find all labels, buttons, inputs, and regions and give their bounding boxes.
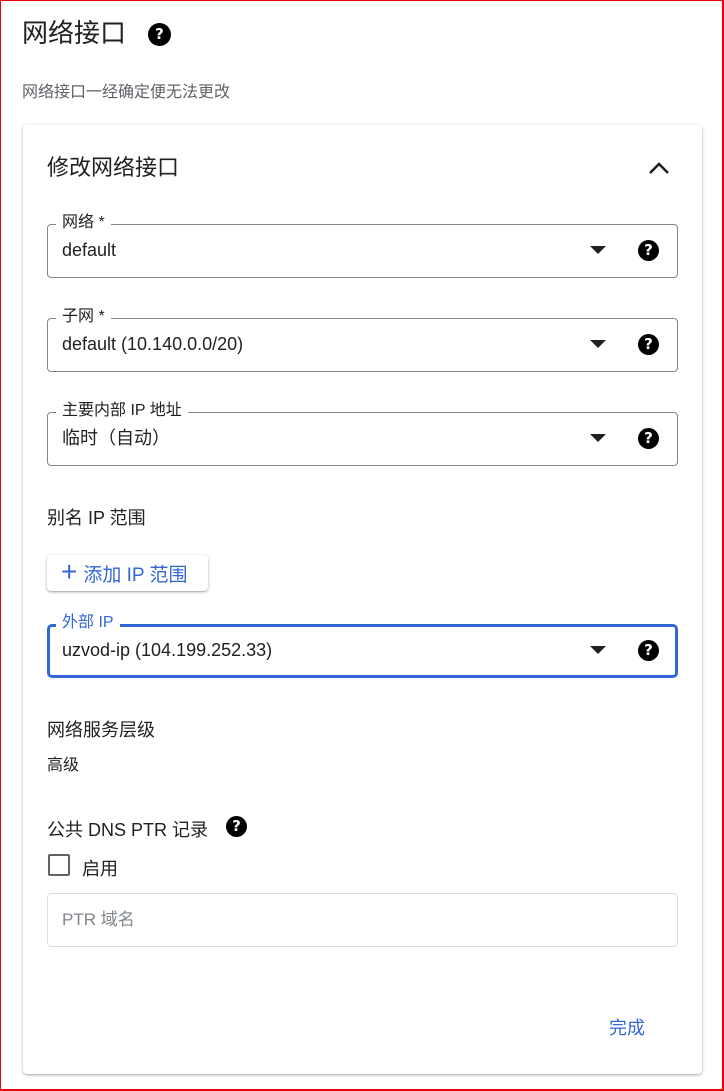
add-ip-range-label: 添加 IP 范围 [83,564,188,586]
subnet-label: 子网 * [56,307,111,327]
network-select[interactable]: 网络 * default ? [47,213,678,278]
network-value: default [62,240,117,260]
help-icon[interactable]: ? [638,334,659,355]
alias-ip-range-label: 别名 IP 范围 [47,508,146,528]
enable-ptr-label[interactable]: 启用 [82,855,118,881]
done-button[interactable]: 完成 [609,1014,645,1040]
dropdown-arrow-icon[interactable] [590,340,606,348]
dropdown-arrow-icon[interactable] [590,246,606,254]
network-tier-value: 高级 [47,757,80,774]
enable-ptr-checkbox[interactable] [48,854,70,876]
external-ip-label: 外部 IP [56,613,120,633]
help-icon[interactable]: ? [148,23,171,46]
subnet-value: default (10.140.0.0/20) [62,334,244,354]
subnet-select[interactable]: 子网 * default (10.140.0.0/20) ? [47,307,678,372]
dropdown-arrow-icon[interactable] [590,646,606,654]
primary-ip-value: 临时（自动） [62,428,170,448]
add-ip-range-button[interactable]: + 添加 IP 范围 [47,555,208,591]
chevron-up-icon[interactable] [645,154,673,182]
help-icon[interactable]: ? [638,240,659,261]
help-icon[interactable]: ? [638,428,659,449]
help-icon[interactable]: ? [226,816,247,837]
public-dns-ptr-label: 公共 DNS PTR 记录 [47,820,209,840]
network-label: 网络 * [56,213,111,233]
ptr-domain-input[interactable] [47,893,678,947]
page-subtitle: 网络接口一经确定便无法更改 [22,84,231,101]
page-title: 网络接口 [22,18,127,48]
help-icon[interactable]: ? [638,640,659,661]
primary-internal-ip-select[interactable]: 主要内部 IP 地址 临时（自动） ? [47,401,678,466]
external-ip-value: uzvod-ip (104.199.252.33) [62,640,273,660]
plus-icon: + [61,556,78,587]
primary-ip-label: 主要内部 IP 地址 [56,401,188,421]
dropdown-arrow-icon[interactable] [590,434,606,442]
network-tier-label: 网络服务层级 [47,720,155,740]
card-title: 修改网络接口 [47,155,180,180]
external-ip-select[interactable]: 外部 IP uzvod-ip (104.199.252.33) ? [47,613,678,678]
